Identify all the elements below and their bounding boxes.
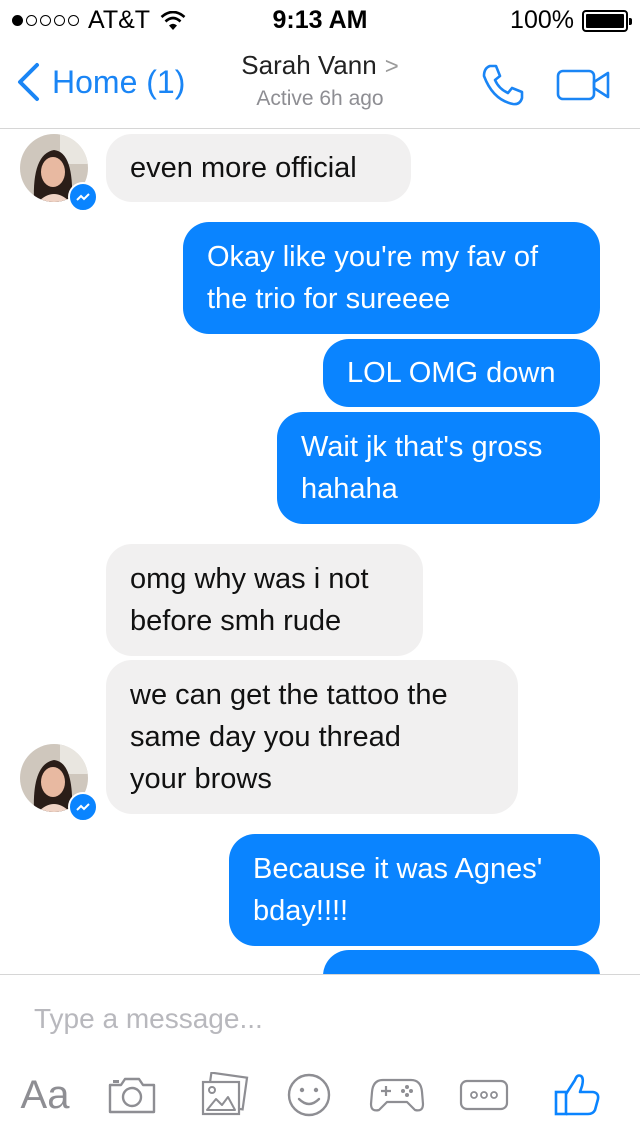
phone-icon[interactable] (480, 62, 526, 108)
message-composer: Aa (0, 974, 640, 1137)
message-bubble-incoming[interactable]: we can get the tattoo the same day you t… (106, 660, 518, 814)
contact-status: Active 6h ago (256, 87, 384, 110)
chevron-right-icon: > (384, 53, 399, 80)
camera-icon[interactable] (104, 1065, 160, 1125)
back-button[interactable]: Home (1) (16, 62, 185, 102)
message-bubble-outgoing[interactable]: Wait jk that's gross hahaha (277, 412, 600, 524)
messenger-badge-icon (68, 182, 98, 212)
composer-toolbar: Aa (0, 1065, 640, 1125)
contact-name: Sarah Vann (241, 50, 377, 80)
battery-icon (582, 9, 632, 32)
contact-info[interactable]: Sarah Vann > Active 6h ago (200, 50, 440, 111)
aa-button[interactable]: Aa (18, 1065, 72, 1125)
thumbs-up-icon[interactable] (550, 1065, 604, 1125)
more-icon[interactable] (458, 1065, 510, 1125)
message-bubble-incoming[interactable]: even more official (106, 134, 411, 202)
messenger-badge-icon (68, 792, 98, 822)
chevron-left-icon (18, 63, 39, 101)
message-input[interactable] (34, 1003, 594, 1035)
status-bar: AT&T 9:13 AM 100% (0, 0, 640, 40)
message-bubble-incoming[interactable]: omg why was i not before smh rude (106, 544, 423, 656)
battery-percent: 100% (510, 6, 574, 34)
conversation-header: Home (1) Sarah Vann > Active 6h ago (0, 40, 640, 129)
message-bubble-outgoing[interactable]: LOL OMG down (323, 339, 600, 407)
video-camera-icon[interactable] (556, 68, 612, 102)
battery-status: 100% (510, 6, 632, 35)
emoji-icon[interactable] (284, 1065, 334, 1125)
back-label: Home (1) (52, 63, 186, 100)
message-bubble-outgoing-partial[interactable] (323, 950, 600, 974)
message-bubble-outgoing[interactable]: Okay like you're my fav of the trio for … (183, 222, 600, 334)
photo-gallery-icon[interactable] (196, 1065, 252, 1125)
game-controller-icon[interactable] (368, 1065, 426, 1125)
message-list[interactable]: even more official Okay like you're my f… (0, 128, 640, 974)
message-bubble-outgoing[interactable]: Because it was Agnes' bday!!!! (229, 834, 600, 946)
